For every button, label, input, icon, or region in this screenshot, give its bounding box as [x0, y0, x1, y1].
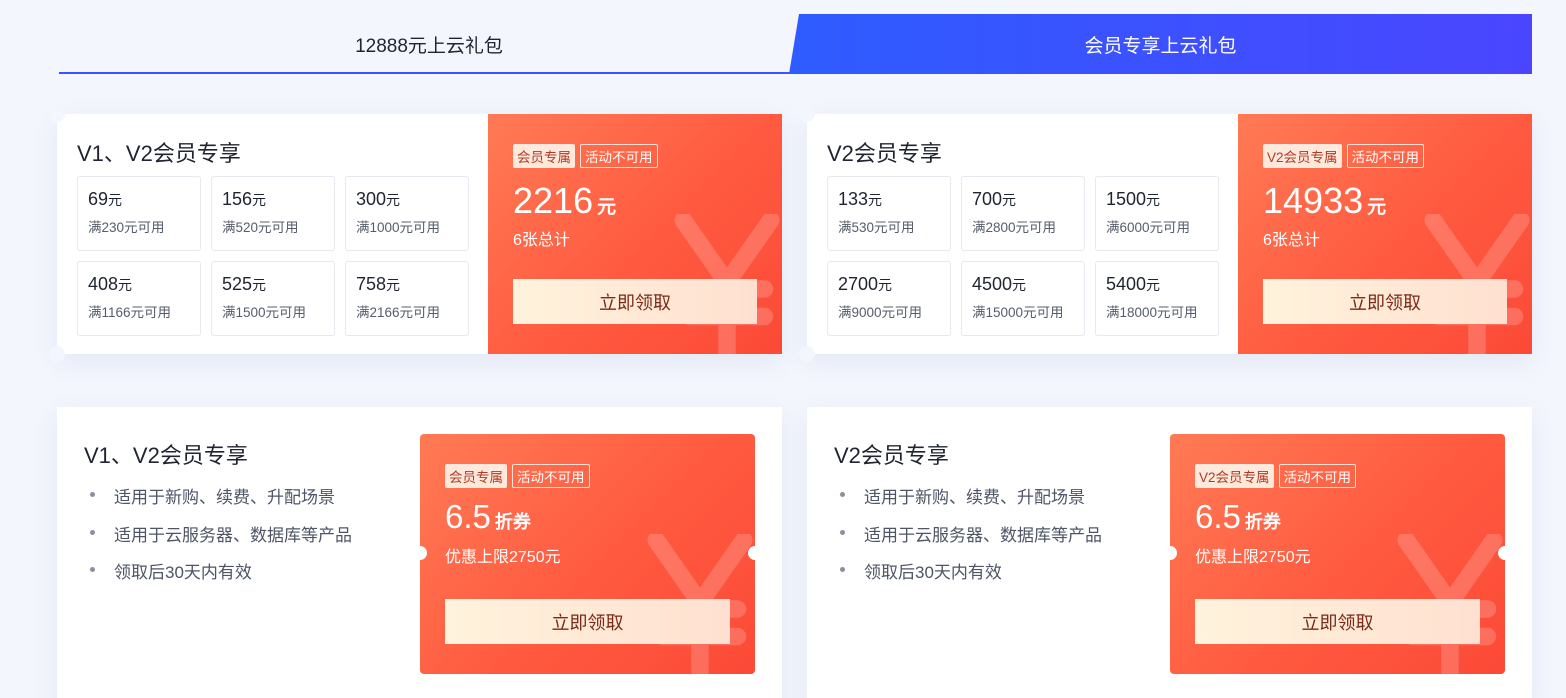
coupon-item: 700元 满2800元可用	[961, 176, 1085, 251]
claim-button[interactable]: 立即领取	[1195, 599, 1480, 644]
list-item: 领取后30天内有效	[90, 558, 352, 596]
coupon-condition: 满9000元可用	[838, 305, 923, 320]
tab-member-gift-pack[interactable]: 会员专享上云礼包	[789, 14, 1532, 74]
coupon-pack-card: V1、V2会员专享 69元 满230元可用 156元 满520元可用 300元 …	[49, 106, 782, 362]
coupon-item: 408元 满1166元可用	[77, 261, 201, 336]
tab-label: 会员专享上云礼包	[1084, 35, 1237, 57]
coupon-amount: 1500	[1106, 189, 1147, 209]
member-tag: 会员专属	[445, 464, 507, 488]
coupon-unit: 元	[386, 192, 401, 208]
tab-label: 12888元上云礼包	[355, 35, 503, 57]
list-item: 适用于云服务器、数据库等产品	[90, 521, 352, 559]
coupon-item: 300元 满1000元可用	[345, 176, 469, 251]
coupon-condition: 满2800元可用	[972, 220, 1057, 235]
coupon-condition: 满6000元可用	[1106, 220, 1191, 235]
list-item: 领取后30天内有效	[840, 558, 1102, 596]
coupon-condition: 满2166元可用	[356, 305, 441, 320]
limit-note: 优惠上限2750元	[1195, 549, 1311, 566]
coupon-amount: 2700	[838, 274, 879, 294]
coupon-condition: 满530元可用	[838, 220, 915, 235]
claim-button[interactable]: 立即领取	[513, 279, 757, 324]
restriction-tag: 活动不可用	[512, 464, 590, 488]
restriction-tag: 活动不可用	[1346, 144, 1425, 168]
coupon-condition: 满1000元可用	[356, 220, 441, 235]
coupon-grid: 69元 满230元可用 156元 满520元可用 300元 满1000元可用 4…	[77, 176, 469, 336]
coupon-unit: 元	[1146, 192, 1161, 208]
member-tag: V2会员专属	[1195, 464, 1274, 488]
discount-unit: 折券	[1244, 512, 1281, 532]
coupon-unit: 元	[118, 277, 133, 293]
feature-list: 适用于新购、续费、升配场景 适用于云服务器、数据库等产品 领取后30天内有效	[840, 483, 1102, 596]
total-amount: 2216	[513, 180, 594, 221]
restriction-tag: 活动不可用	[1278, 464, 1357, 488]
coupon-condition: 满1166元可用	[88, 305, 172, 320]
coupon-unit: 元	[252, 192, 267, 208]
coupon-item: 4500元 满15000元可用	[961, 261, 1085, 336]
discount-coupon-panel: V2会员专属 活动不可用 6.5 折券 优惠上限2750元 立即领取	[1170, 434, 1505, 674]
coupon-item: 5400元 满18000元可用	[1095, 261, 1219, 336]
coupon-unit: 元	[868, 192, 883, 208]
list-item: 适用于云服务器、数据库等产品	[840, 521, 1102, 559]
coupon-amount: 69	[88, 189, 109, 209]
coupon-item: 525元 满1500元可用	[211, 261, 335, 336]
coupon-item: 1500元 满6000元可用	[1095, 176, 1219, 251]
card-title: V2会员专享	[827, 141, 942, 166]
coupon-item: 133元 满530元可用	[827, 176, 951, 251]
claim-button[interactable]: 立即领取	[445, 599, 730, 644]
coupon-unit: 元	[1002, 192, 1017, 208]
coupon-amount: 758	[356, 274, 387, 294]
limit-note: 优惠上限2750元	[445, 549, 561, 566]
coupon-condition: 满520元可用	[222, 220, 299, 235]
list-item: 适用于新购、续费、升配场景	[840, 483, 1102, 521]
tab-bar: 12888元上云礼包 会员专享上云礼包	[59, 14, 1532, 74]
discount-unit: 折券	[494, 512, 531, 532]
list-item: 适用于新购、续费、升配场景	[90, 483, 352, 521]
card-title: V1、V2会员专享	[84, 443, 248, 468]
discount-offer-card: V1、V2会员专享 适用于新购、续费、升配场景 适用于云服务器、数据库等产品 领…	[57, 407, 782, 698]
coupon-unit: 元	[386, 277, 401, 293]
coupon-condition: 满18000元可用	[1106, 305, 1198, 320]
coupon-unit: 元	[1012, 277, 1027, 293]
coupon-item: 156元 满520元可用	[211, 176, 335, 251]
coupon-item: 2700元 满9000元可用	[827, 261, 951, 336]
coupon-amount: 525	[222, 274, 253, 294]
coupon-amount: 300	[356, 189, 387, 209]
member-tag: V2会员专属	[1263, 144, 1342, 168]
discount-offer-card: V2会员专享 适用于新购、续费、升配场景 适用于云服务器、数据库等产品 领取后3…	[807, 407, 1532, 698]
total-unit: 元	[597, 197, 617, 218]
coupon-amount: 5400	[1106, 274, 1147, 294]
coupon-condition: 满230元可用	[88, 220, 165, 235]
feature-list: 适用于新购、续费、升配场景 适用于云服务器、数据库等产品 领取后30天内有效	[90, 483, 352, 596]
tab-12888-gift-pack[interactable]: 12888元上云礼包	[59, 14, 799, 74]
coupon-condition: 满1500元可用	[222, 305, 307, 320]
claim-button[interactable]: 立即领取	[1263, 279, 1507, 324]
coupon-grid: 133元 满530元可用 700元 满2800元可用 1500元 满6000元可…	[827, 176, 1219, 336]
total-note: 6张总计	[1263, 232, 1320, 249]
total-unit: 元	[1367, 197, 1387, 218]
coupon-amount: 700	[972, 189, 1003, 209]
coupon-summary-panel: V2会员专属 活动不可用 14933 元 6张总计 立即领取	[1238, 114, 1532, 354]
discount-value: 6.5	[445, 498, 491, 535]
coupon-pack-card: V2会员专享 133元 满530元可用 700元 满2800元可用 1500元 …	[799, 106, 1532, 362]
coupon-amount: 133	[838, 189, 869, 209]
coupon-amount: 4500	[972, 274, 1013, 294]
restriction-tag: 活动不可用	[580, 144, 658, 168]
coupon-condition: 满15000元可用	[972, 305, 1064, 320]
coupon-unit: 元	[1146, 277, 1161, 293]
card-title: V1、V2会员专享	[77, 141, 241, 166]
coupon-unit: 元	[252, 277, 267, 293]
total-note: 6张总计	[513, 232, 570, 249]
coupon-summary-panel: 会员专属 活动不可用 2216 元 6张总计 立即领取	[488, 114, 782, 354]
card-title: V2会员专享	[834, 443, 949, 468]
discount-coupon-panel: 会员专属 活动不可用 6.5 折券 优惠上限2750元 立即领取	[420, 434, 755, 674]
member-tag: 会员专属	[513, 144, 575, 168]
coupon-unit: 元	[878, 277, 893, 293]
total-amount: 14933	[1263, 180, 1364, 221]
coupon-amount: 156	[222, 189, 253, 209]
coupon-item: 758元 满2166元可用	[345, 261, 469, 336]
discount-value: 6.5	[1195, 498, 1241, 535]
coupon-item: 69元 满230元可用	[77, 176, 201, 251]
coupon-amount: 408	[88, 274, 119, 294]
coupon-unit: 元	[108, 192, 123, 208]
